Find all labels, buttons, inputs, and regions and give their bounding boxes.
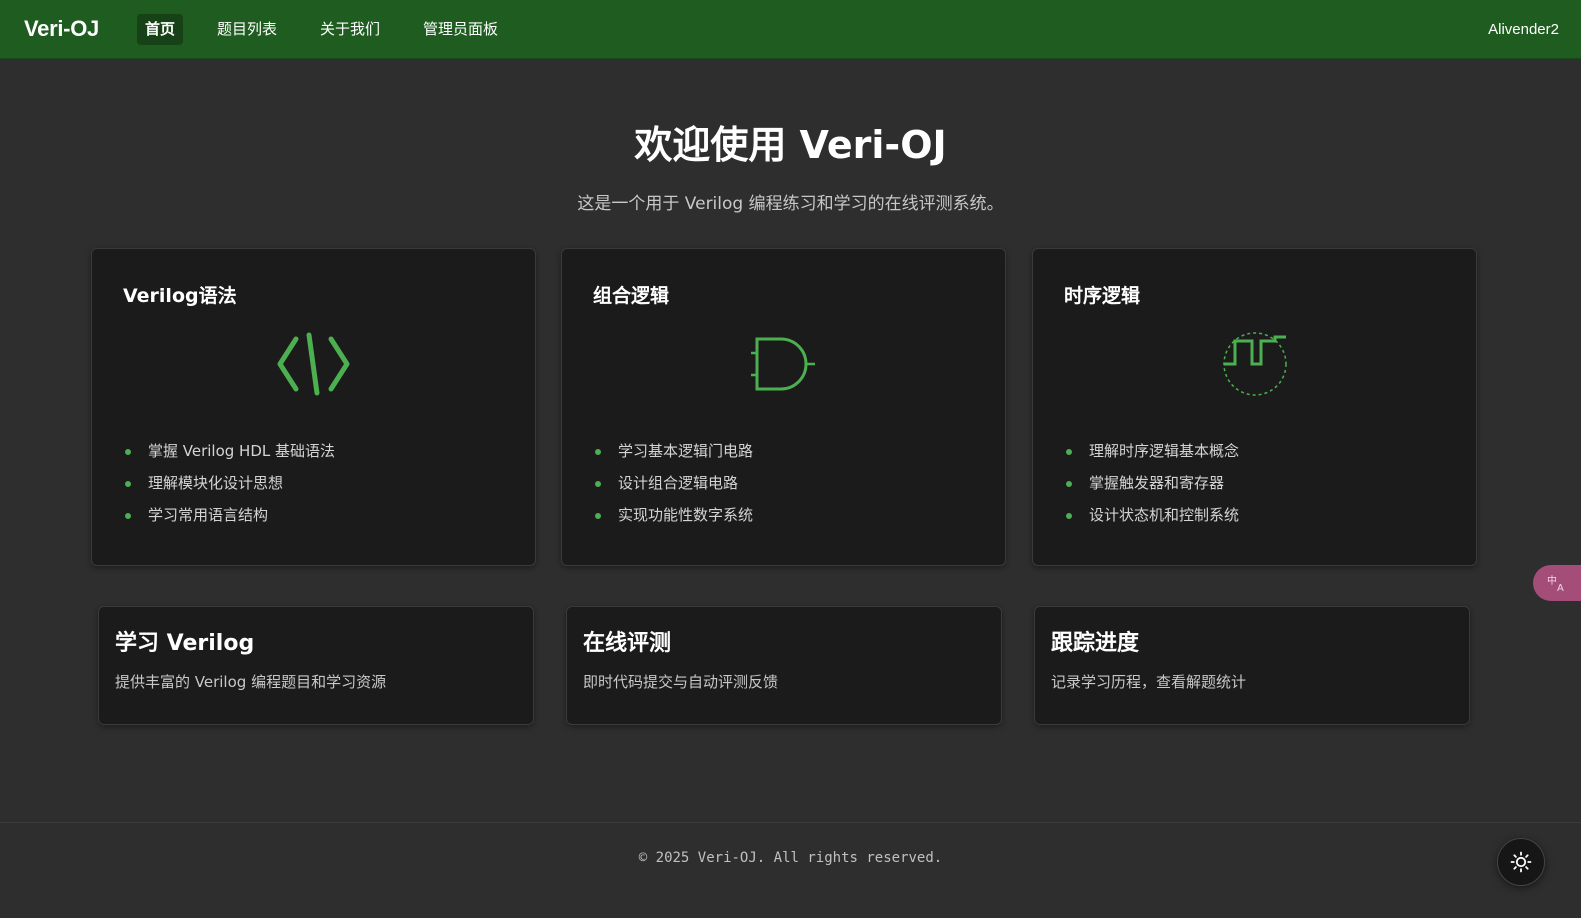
list-item: 实现功能性数字系统 <box>595 501 753 533</box>
feature-title: 跟踪进度 <box>1051 631 1140 656</box>
card-title: 组合逻辑 <box>593 285 670 307</box>
list-item: 设计状态机和控制系统 <box>1066 501 1239 533</box>
nav-item-about[interactable]: 关于我们 <box>312 14 388 45</box>
list-item: 掌握 Verilog HDL 基础语法 <box>125 437 335 469</box>
list-item: 掌握触发器和寄存器 <box>1066 469 1239 501</box>
list-item: 设计组合逻辑电路 <box>595 469 753 501</box>
copyright-text: © 2025 Veri-OJ. All rights reserved. <box>638 850 943 866</box>
feature-title: 在线评测 <box>583 631 672 656</box>
feature-title: 学习 Verilog <box>115 631 255 656</box>
page-subtitle: 这是一个用于 Verilog 编程练习和学习的在线评测系统。 <box>577 194 1004 214</box>
feature-card-progress[interactable]: 跟踪进度 记录学习历程，查看解题统计 <box>1034 606 1470 725</box>
page-title: 欢迎使用 Veri-OJ <box>634 123 947 167</box>
nav-item-admin[interactable]: 管理员面板 <box>415 14 506 45</box>
feature-description: 记录学习历程，查看解题统计 <box>1051 673 1247 691</box>
topic-card-sequential[interactable]: 时序逻辑 理解时序逻辑基本概念 掌握触发器和寄存器 设计状态机和控制系统 <box>1032 248 1477 566</box>
list-item: 理解时序逻辑基本概念 <box>1066 437 1239 469</box>
topic-card-combinational[interactable]: 组合逻辑 学习基本逻辑门电路 设计组合逻辑电路 实现功能性数字系统 <box>561 248 1006 566</box>
card-title: Verilog语法 <box>123 285 237 307</box>
card-title: 时序逻辑 <box>1064 285 1141 307</box>
card-feature-list: 理解时序逻辑基本概念 掌握触发器和寄存器 设计状态机和控制系统 <box>1066 437 1239 533</box>
feature-description: 提供丰富的 Verilog 编程题目和学习资源 <box>115 673 387 691</box>
page-footer: © 2025 Veri-OJ. All rights reserved. <box>0 822 1581 918</box>
user-menu[interactable]: Alivender2 <box>1488 14 1559 45</box>
card-feature-list: 学习基本逻辑门电路 设计组合逻辑电路 实现功能性数字系统 <box>595 437 753 533</box>
feature-card-learn[interactable]: 学习 Verilog 提供丰富的 Verilog 编程题目和学习资源 <box>98 606 534 725</box>
list-item: 理解模块化设计思想 <box>125 469 335 501</box>
translate-icon[interactable]: 中 A <box>1533 565 1581 601</box>
brand-logo[interactable]: Veri-OJ <box>24 16 99 42</box>
and-gate-icon <box>562 329 1005 399</box>
nav-item-home[interactable]: 首页 <box>137 14 184 45</box>
theme-toggle-button[interactable] <box>1497 838 1545 886</box>
feature-card-judge[interactable]: 在线评测 即时代码提交与自动评测反馈 <box>566 606 1002 725</box>
list-item: 学习常用语言结构 <box>125 501 335 533</box>
sun-icon <box>1510 851 1532 873</box>
nav-item-problems[interactable]: 题目列表 <box>209 14 285 45</box>
svg-text:中: 中 <box>1547 574 1557 587</box>
code-brackets-icon <box>92 329 535 399</box>
clock-waveform-icon <box>1033 329 1476 399</box>
card-feature-list: 掌握 Verilog HDL 基础语法 理解模块化设计思想 学习常用语言结构 <box>125 437 335 533</box>
list-item: 学习基本逻辑门电路 <box>595 437 753 469</box>
topic-card-syntax[interactable]: Verilog语法 掌握 Verilog HDL 基础语法 理解模块化设计思想 … <box>91 248 536 566</box>
top-navbar: Veri-OJ 首页 题目列表 关于我们 管理员面板 Alivender2 <box>0 0 1581 59</box>
feature-description: 即时代码提交与自动评测反馈 <box>583 673 779 691</box>
svg-text:A: A <box>1557 583 1564 593</box>
